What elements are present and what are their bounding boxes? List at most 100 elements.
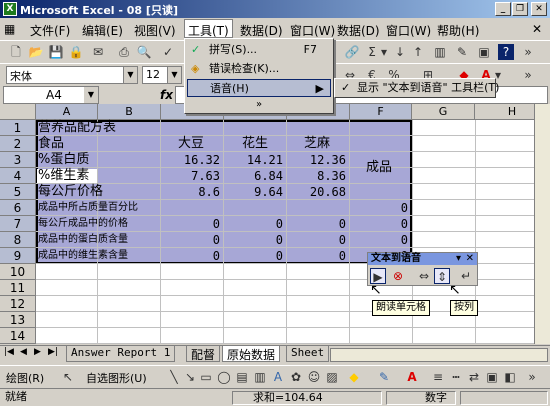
row-header[interactable]: 1: [0, 120, 36, 136]
prev-sheet-icon[interactable]: ◀: [20, 347, 27, 357]
arrow-icon[interactable]: ↘: [182, 369, 198, 385]
menu-item-spelling[interactable]: ✓ 拼写(S)... F7: [187, 41, 331, 59]
arrow-style-icon[interactable]: ⇄: [466, 369, 482, 385]
3d-icon[interactable]: ◧: [502, 369, 518, 385]
row-header[interactable]: 13: [0, 312, 36, 328]
col-header-f[interactable]: F: [350, 104, 412, 120]
row-header[interactable]: 12: [0, 296, 36, 312]
chart-wizard-icon[interactable]: ▥: [432, 44, 448, 60]
row-header[interactable]: 5: [0, 184, 36, 200]
menu-view[interactable]: 视图(V): [134, 22, 176, 39]
permission-icon[interactable]: 🔒: [68, 44, 84, 60]
tab-raw-data[interactable]: 原始数据: [222, 346, 281, 362]
chevron-down-icon[interactable]: ▼: [123, 67, 137, 83]
cell-e7[interactable]: 0: [287, 216, 350, 232]
line-icon[interactable]: ╲: [166, 369, 182, 385]
col-header-b[interactable]: B: [98, 104, 161, 120]
cell-c5[interactable]: 8.6: [161, 184, 224, 200]
cell-f3-merged[interactable]: 成品: [366, 160, 392, 176]
rectangle-icon[interactable]: ▭: [198, 369, 214, 385]
row-header[interactable]: 6: [0, 200, 36, 216]
cell-d8[interactable]: 0: [224, 232, 287, 248]
insert-function-icon[interactable]: fx: [160, 88, 173, 102]
by-rows-icon[interactable]: ⇔: [416, 268, 432, 284]
cell-c9[interactable]: 0: [161, 248, 224, 264]
more-buttons-icon[interactable]: »: [520, 44, 536, 60]
diagram-icon[interactable]: ✿: [288, 369, 304, 385]
last-sheet-icon[interactable]: ▶|: [48, 347, 58, 357]
cell-a6[interactable]: 成品中所占质量百分比: [38, 200, 138, 216]
zoom-icon[interactable]: ▣: [476, 44, 492, 60]
cell-c2[interactable]: 大豆: [178, 136, 204, 152]
new-icon[interactable]: 🗋: [8, 44, 24, 60]
cell-a8[interactable]: 成品中的蛋白质含量: [38, 232, 128, 248]
cell-c4[interactable]: 7.63: [161, 168, 224, 184]
spelling-icon[interactable]: ✓: [160, 44, 176, 60]
menu-help[interactable]: 帮助(H): [437, 22, 479, 39]
tts-toolbar-title[interactable]: 文本到语音 ▾ ✕: [368, 253, 477, 265]
vertical-scrollbar[interactable]: [534, 104, 550, 344]
select-all-corner[interactable]: [0, 104, 36, 120]
print-icon[interactable]: ⎙: [116, 44, 132, 60]
autosum-dropdown-icon[interactable]: ▾: [380, 44, 388, 60]
workbook-icon[interactable]: ▦: [4, 22, 15, 36]
line-color-icon[interactable]: ✎: [376, 369, 392, 385]
menu-window[interactable]: 窗口(W): [290, 22, 335, 39]
cell-d7[interactable]: 0: [224, 216, 287, 232]
cell-d2[interactable]: 花生: [242, 136, 268, 152]
clipart-icon[interactable]: ☺: [306, 369, 322, 385]
menu-window-2[interactable]: 窗口(W): [386, 22, 431, 39]
wordart-icon[interactable]: A: [270, 369, 286, 385]
open-icon[interactable]: 📂: [28, 44, 44, 60]
horizontal-scrollbar[interactable]: [330, 348, 548, 362]
chevron-down-icon[interactable]: ▼: [167, 67, 181, 83]
row-header[interactable]: 7: [0, 216, 36, 232]
cell-c7[interactable]: 0: [161, 216, 224, 232]
menu-file[interactable]: 文件(F): [30, 22, 70, 39]
cell-a7[interactable]: 每公斤成品中的价格: [38, 216, 128, 232]
dash-style-icon[interactable]: ┅: [448, 369, 464, 385]
cell-c8[interactable]: 0: [161, 232, 224, 248]
cell-a5[interactable]: 每公斤价格: [38, 184, 103, 200]
expand-menu-chevron-icon[interactable]: »: [187, 99, 331, 111]
row-header[interactable]: 3: [0, 152, 36, 168]
cell-d9[interactable]: 0: [224, 248, 287, 264]
menu-item-error-check[interactable]: ◈ 错误检查(K)...: [187, 60, 331, 78]
cell-d4[interactable]: 6.84: [224, 168, 287, 184]
more-buttons-icon[interactable]: »: [524, 369, 540, 385]
textbox-icon[interactable]: ▤: [234, 369, 250, 385]
menu-data[interactable]: 数据(D): [240, 22, 283, 39]
cell-d3[interactable]: 14.21: [224, 152, 287, 168]
row-header[interactable]: 11: [0, 280, 36, 296]
cell-e2[interactable]: 芝麻: [304, 136, 330, 152]
row-header[interactable]: 2: [0, 136, 36, 152]
name-box[interactable]: A4 ▼: [3, 86, 99, 104]
cell-a2[interactable]: 食品: [38, 136, 64, 152]
cell-e4[interactable]: 8.36: [287, 168, 350, 184]
next-sheet-icon[interactable]: ▶: [34, 347, 41, 357]
menu-edit[interactable]: 编辑(E): [82, 22, 123, 39]
cell-a3[interactable]: %蛋白质: [38, 152, 89, 168]
drawing-icon[interactable]: ✎: [454, 44, 470, 60]
select-objects-icon[interactable]: ↖: [60, 369, 76, 385]
cell-f8[interactable]: 0: [350, 232, 412, 248]
chevron-down-icon[interactable]: ▾: [456, 253, 461, 265]
cell-f7[interactable]: 0: [350, 216, 412, 232]
print-preview-icon[interactable]: 🔍: [136, 44, 152, 60]
minimize-button[interactable]: _: [495, 2, 511, 16]
first-sheet-icon[interactable]: |◀: [4, 347, 14, 357]
vertical-textbox-icon[interactable]: ▥: [252, 369, 268, 385]
chevron-down-icon[interactable]: ▼: [84, 87, 98, 103]
menu-data-2[interactable]: 数据(D): [337, 22, 380, 39]
close-button[interactable]: ✕: [531, 2, 547, 16]
menu-item-speech[interactable]: 语音(H) ▶: [187, 79, 331, 97]
save-icon[interactable]: 💾: [48, 44, 64, 60]
col-header-a[interactable]: A: [36, 104, 98, 120]
menu-close-icon[interactable]: ✕: [532, 22, 542, 36]
sort-ascending-icon[interactable]: ↓: [392, 44, 408, 60]
cell-e5[interactable]: 20.68: [287, 184, 350, 200]
tab-sheet-2[interactable]: 配督: [186, 346, 221, 362]
row-header[interactable]: 4: [0, 168, 36, 184]
row-header[interactable]: 8: [0, 232, 36, 248]
cell-f6[interactable]: 0: [350, 200, 412, 216]
